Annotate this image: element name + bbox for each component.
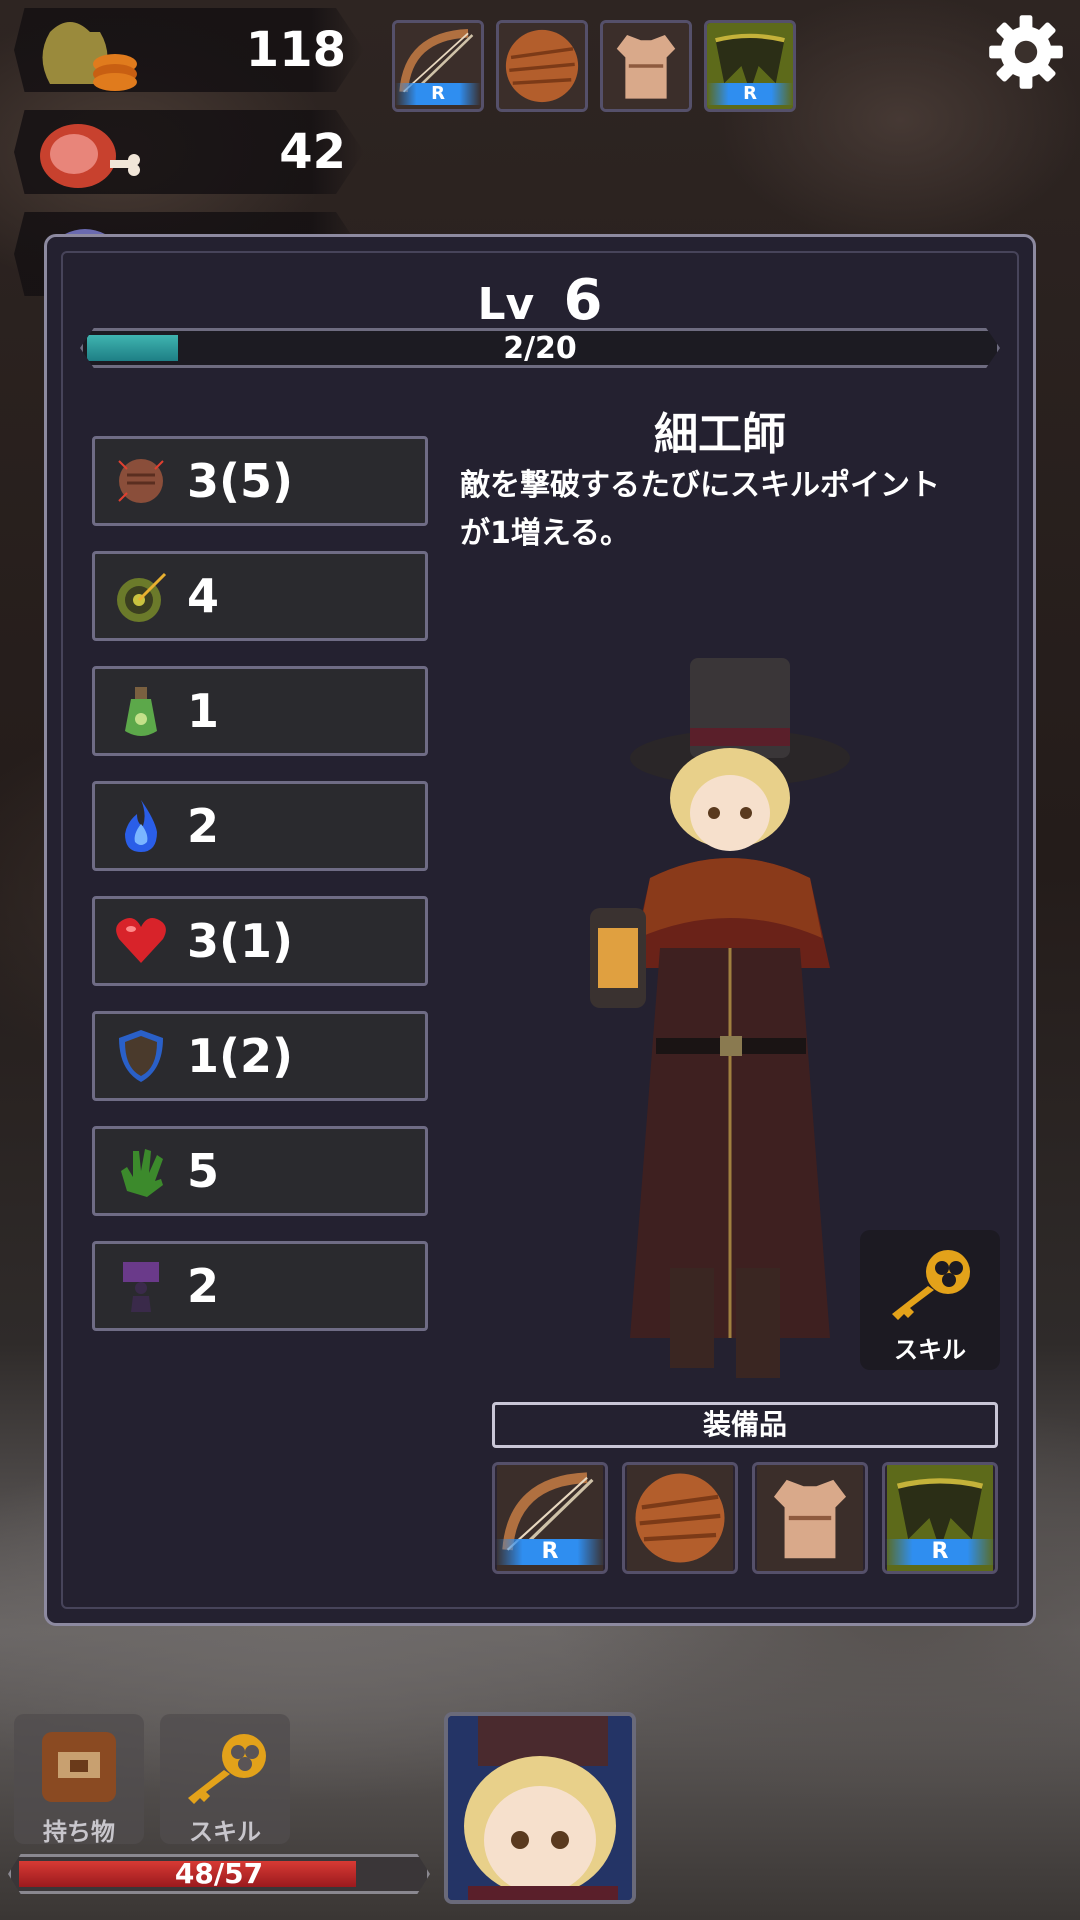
stat-dexterity[interactable]: 5 — [92, 1126, 428, 1216]
equip-slot-shield[interactable] — [622, 1462, 738, 1574]
money-bag-icon — [42, 22, 137, 91]
class-name: 細工師 — [654, 409, 786, 460]
level-value: 6 — [563, 268, 603, 333]
rarity-badge: R — [495, 1539, 605, 1565]
meat-value: 42 — [279, 124, 346, 180]
heart-icon — [116, 918, 166, 963]
fist-icon — [118, 459, 164, 503]
meat-icon — [40, 124, 140, 188]
stat-value: 3(1) — [187, 914, 294, 968]
leather-armor-icon — [603, 23, 689, 109]
top-equip-slot-bow[interactable]: R — [392, 20, 484, 112]
equipment-header: 装備品 — [492, 1402, 998, 1448]
hp-bar: 48/57 — [8, 1854, 430, 1894]
meat-counter: 42 — [14, 110, 364, 194]
top-equip-slot-shield[interactable] — [496, 20, 588, 112]
blue-flame-icon — [125, 800, 157, 852]
stat-magic[interactable]: 2 — [92, 781, 428, 871]
top-equip-slot-cloak[interactable]: R — [704, 20, 796, 112]
stat-value: 1(2) — [187, 1029, 294, 1083]
top-equip-slot-armor[interactable] — [600, 20, 692, 112]
stat-value: 2 — [187, 1259, 220, 1313]
wooden-shield-icon — [625, 1465, 735, 1571]
gear-icon[interactable] — [986, 12, 1066, 92]
inventory-label: 持ち物 — [43, 1818, 115, 1846]
rarity-badge: R — [395, 83, 481, 105]
stat-strength[interactable]: 3(5) — [92, 436, 428, 526]
stat-health[interactable]: 3(1) — [92, 896, 428, 986]
inventory-button[interactable]: 持ち物 — [14, 1714, 144, 1846]
weight-icon — [123, 1262, 159, 1312]
rarity-badge: R — [885, 1539, 995, 1565]
portrait-icon — [448, 1716, 632, 1900]
skill-button-label: スキル — [894, 1336, 966, 1364]
glove-icon — [121, 1149, 163, 1197]
class-description: 敵を撃破するたびにスキルポイント が1増える。 — [460, 462, 940, 558]
skill-button[interactable]: スキル — [860, 1230, 1000, 1370]
gold-counter: 118 — [14, 8, 364, 92]
xp-text: 2/20 — [503, 331, 577, 366]
character-illustration — [590, 658, 850, 1378]
key-icon — [188, 1734, 266, 1804]
stat-value: 4 — [187, 569, 220, 623]
level-label: Lv — [477, 279, 535, 330]
equip-slot-cloak[interactable]: R — [882, 1462, 998, 1574]
stat-value: 3(5) — [187, 454, 294, 508]
equip-slot-bow[interactable]: R — [492, 1462, 608, 1574]
stat-defense[interactable]: 1(2) — [92, 1011, 428, 1101]
class-description-line-1: 敵を撃破するたびにスキルポイント — [460, 468, 940, 503]
stat-accuracy[interactable]: 4 — [92, 551, 428, 641]
leather-armor-icon — [755, 1465, 865, 1571]
stat-value: 2 — [187, 799, 220, 853]
stat-value: 1 — [187, 684, 220, 738]
target-icon — [117, 572, 167, 622]
gold-value: 118 — [245, 22, 346, 78]
stat-carry[interactable]: 2 — [92, 1241, 428, 1331]
character-portrait[interactable] — [444, 1712, 636, 1904]
level-display: Lv 6 — [0, 268, 1080, 333]
shield-icon — [119, 1030, 163, 1082]
potion-icon — [125, 687, 157, 736]
xp-bar: 2/20 — [80, 328, 1000, 368]
rarity-badge: R — [707, 83, 793, 105]
class-description-line-2: が1増える。 — [460, 516, 630, 551]
stat-potion[interactable]: 1 — [92, 666, 428, 756]
wooden-shield-icon — [499, 23, 585, 109]
key-icon — [892, 1250, 970, 1320]
stat-value: 5 — [187, 1144, 220, 1198]
backpack-icon — [42, 1732, 116, 1802]
hp-text: 48/57 — [174, 1857, 264, 1890]
equip-slot-armor[interactable] — [752, 1462, 868, 1574]
bottom-skill-button[interactable]: スキル — [160, 1714, 290, 1846]
bottom-skill-label: スキル — [189, 1818, 261, 1846]
